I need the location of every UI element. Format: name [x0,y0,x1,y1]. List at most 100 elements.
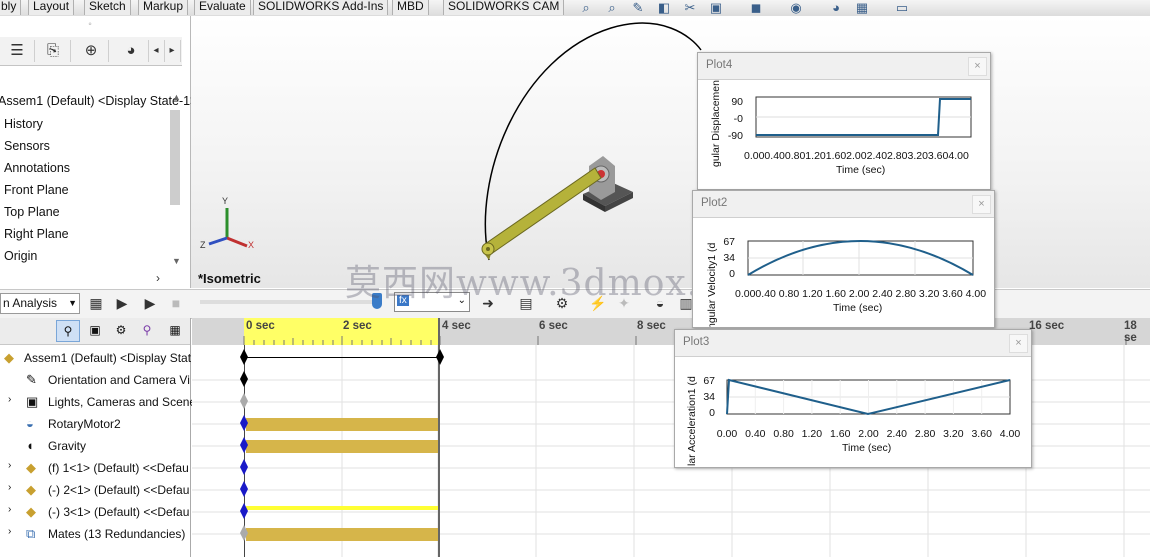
zoom-area-icon[interactable]: ⌕ [602,0,622,16]
close-icon[interactable]: × [972,195,991,214]
motion-item-rotary-motor[interactable]: RotaryMotor2 [48,413,121,435]
filter-driving-icon[interactable]: ▣ [84,320,106,340]
plot3-window[interactable]: Plot3 × lar Acceleration1 (d 67 34 0 0.0… [674,329,1032,468]
plot4-xlabel: Time (sec) [836,164,885,176]
expand-icon[interactable]: › [8,460,11,471]
key-orientation [240,371,248,387]
tab-sketch[interactable]: Sketch [84,0,131,15]
tree-item-history[interactable]: History [4,114,43,134]
motion-item-part-1[interactable]: (f) 1<1> (Default) <<Defau [48,457,189,479]
tab-mbd[interactable]: MBD [392,0,429,15]
plot4-header[interactable]: Plot4 × [698,53,990,80]
plot4-xticks: 0.000.400.801.201.602.002.402.803.203.60… [744,150,969,162]
property-manager-icon[interactable]: ⎘ [36,40,71,62]
triad-y-label: Y [222,196,228,206]
tree-scrollbar[interactable] [170,110,180,205]
zoom-to-fit-icon[interactable]: ⌕ [576,0,596,16]
view-settings-icon[interactable]: ▭ [892,0,912,16]
motor-icon: ◒ [26,416,34,431]
plot4-window[interactable]: Plot4 × gular Displacemen 90 -0 -90 0.00… [697,52,991,190]
feature-tree-icon[interactable]: ☰ [0,40,35,62]
scroll-left-icon[interactable]: ◂ [148,40,165,62]
tree-item-top-plane[interactable]: Top Plane [4,202,60,222]
motion-item-mates[interactable]: Mates (13 Redundancies) [48,523,185,545]
plot2-xticks: 0.000.40 0.80 1.20 1.60 2.00 2.40 2.80 3… [735,288,986,300]
hide-show-items-icon[interactable]: ◉ [786,0,806,16]
expand-icon[interactable]: › [8,394,11,405]
plot3-xtick-label: 2.40 [887,428,908,440]
tab-solidworks-addins[interactable]: SOLIDWORKS Add-Ins [253,0,389,15]
scroll-down-icon[interactable]: ▼ [172,256,181,266]
plot4-ytick-90: 90 [731,96,743,108]
ruler-label-0: 0 sec [246,320,275,332]
camera-icon: ✎ [26,372,37,387]
motion-item-gravity[interactable]: Gravity [48,435,86,457]
plot3-header[interactable]: Plot3 × [675,330,1031,357]
tree-item-sensors[interactable]: Sensors [4,136,50,156]
plot2-ylabel: ngular Velocity1 (d [706,242,718,327]
ruler-label-8: 8 sec [637,320,666,332]
part-icon: ◆ [26,504,36,519]
tree-item-origin[interactable]: Origin [4,246,37,266]
plot3-xtick-label: 2.80 [915,428,936,440]
scroll-right-icon[interactable]: ▸ [164,40,181,62]
study-type-select[interactable]: n Analysis ▼ [0,293,80,314]
plot3-xtick-label: 0.80 [773,428,794,440]
filter-results-icon[interactable]: ⚲ [136,320,158,340]
tab-assembly[interactable]: bly [0,0,22,15]
display-manager-icon[interactable]: ◕ [114,40,149,62]
previous-view-icon[interactable]: ✎ [628,0,648,16]
plot3-ylabel: lar Acceleration1 (d [686,376,698,466]
tree-root-assembly[interactable]: Assem1 (Default) <Display State-1> [0,91,197,111]
tree-item-right-plane[interactable]: Right Plane [4,224,69,244]
feature-manager-tabs: ☰ ⎘ ⊕ ◕ ◂ ▸ [0,37,182,66]
motion-item-part-2[interactable]: (-) 2<1> (Default) <<Defau [48,479,189,501]
motion-item-assembly[interactable]: Assem1 (Default) <Display Stat [24,347,191,369]
tab-layout[interactable]: Layout [28,0,75,15]
expand-icon[interactable]: › [8,526,11,537]
tab-solidworks-cam[interactable]: SOLIDWORKS CAM [443,0,565,15]
motion-item-orientation[interactable]: Orientation and Camera Vi [48,369,190,391]
scroll-up-icon[interactable]: ▲ [172,92,181,102]
play-icon[interactable]: ▶ [140,293,160,313]
calculate-icon[interactable]: ▦ [86,293,106,313]
plot3-xtick-label: 1.60 [830,428,851,440]
apply-scene-icon[interactable]: ▦ [852,0,872,16]
plot3-ytick-34: 34 [703,391,715,403]
play-from-start-icon[interactable]: ▶ [112,293,132,313]
edit-appearance-icon[interactable]: ◕ [826,0,846,16]
graphics-area[interactable]: Y X Z [191,16,1150,288]
key-part1 [240,459,248,475]
tree-item-annotations[interactable]: Annotations [4,158,70,178]
plot3-xtick-label: 4.00 [1000,428,1021,440]
filter-selected-icon[interactable]: ⚙ [110,320,132,340]
dynamic-annotation-icon[interactable]: ✂ [680,0,700,16]
key-mates [240,525,248,541]
filter-animated-icon[interactable]: ⚲ [56,320,80,342]
plot2-chart: ngular Velocity1 (d 67 34 0 0.000.40 0.8… [706,236,986,327]
tab-markup[interactable]: Markup [138,0,189,15]
close-icon[interactable]: × [968,57,987,76]
ruler-label-2: 2 sec [343,320,372,332]
configuration-manager-icon[interactable]: ⊕ [74,40,109,62]
tree-hscroll-right-icon[interactable]: › [156,271,160,285]
expand-icon[interactable]: › [8,504,11,515]
plot3-xlabel: Time (sec) [842,442,891,454]
stop-icon[interactable]: ■ [166,293,186,313]
motion-tree-filters: ⚲ ▣ ⚙ ⚲ ▦ [0,318,190,345]
display-style-icon[interactable]: ◼ [746,0,766,16]
view-orientation-icon[interactable]: ▣ [706,0,726,16]
panel-grip[interactable]: ◦ [60,19,120,33]
close-icon[interactable]: × [1009,334,1028,353]
autofit-icon[interactable]: ▦ [164,320,186,340]
plot2-window[interactable]: Plot2 × ngular Velocity1 (d 67 34 0 0.00… [692,190,995,328]
plot4-chart: gular Displacemen 90 -0 -90 0.000.400.80… [710,80,972,176]
key-part2 [240,481,248,497]
section-view-icon[interactable]: ◧ [654,0,674,16]
motion-item-lights[interactable]: Lights, Cameras and Scene [48,391,196,413]
tree-item-front-plane[interactable]: Front Plane [4,180,69,200]
plot2-header[interactable]: Plot2 × [693,191,994,218]
tab-evaluate[interactable]: Evaluate [194,0,251,15]
expand-icon[interactable]: › [8,482,11,493]
motion-item-part-3[interactable]: (-) 3<1> (Default) <<Defau [48,501,189,523]
